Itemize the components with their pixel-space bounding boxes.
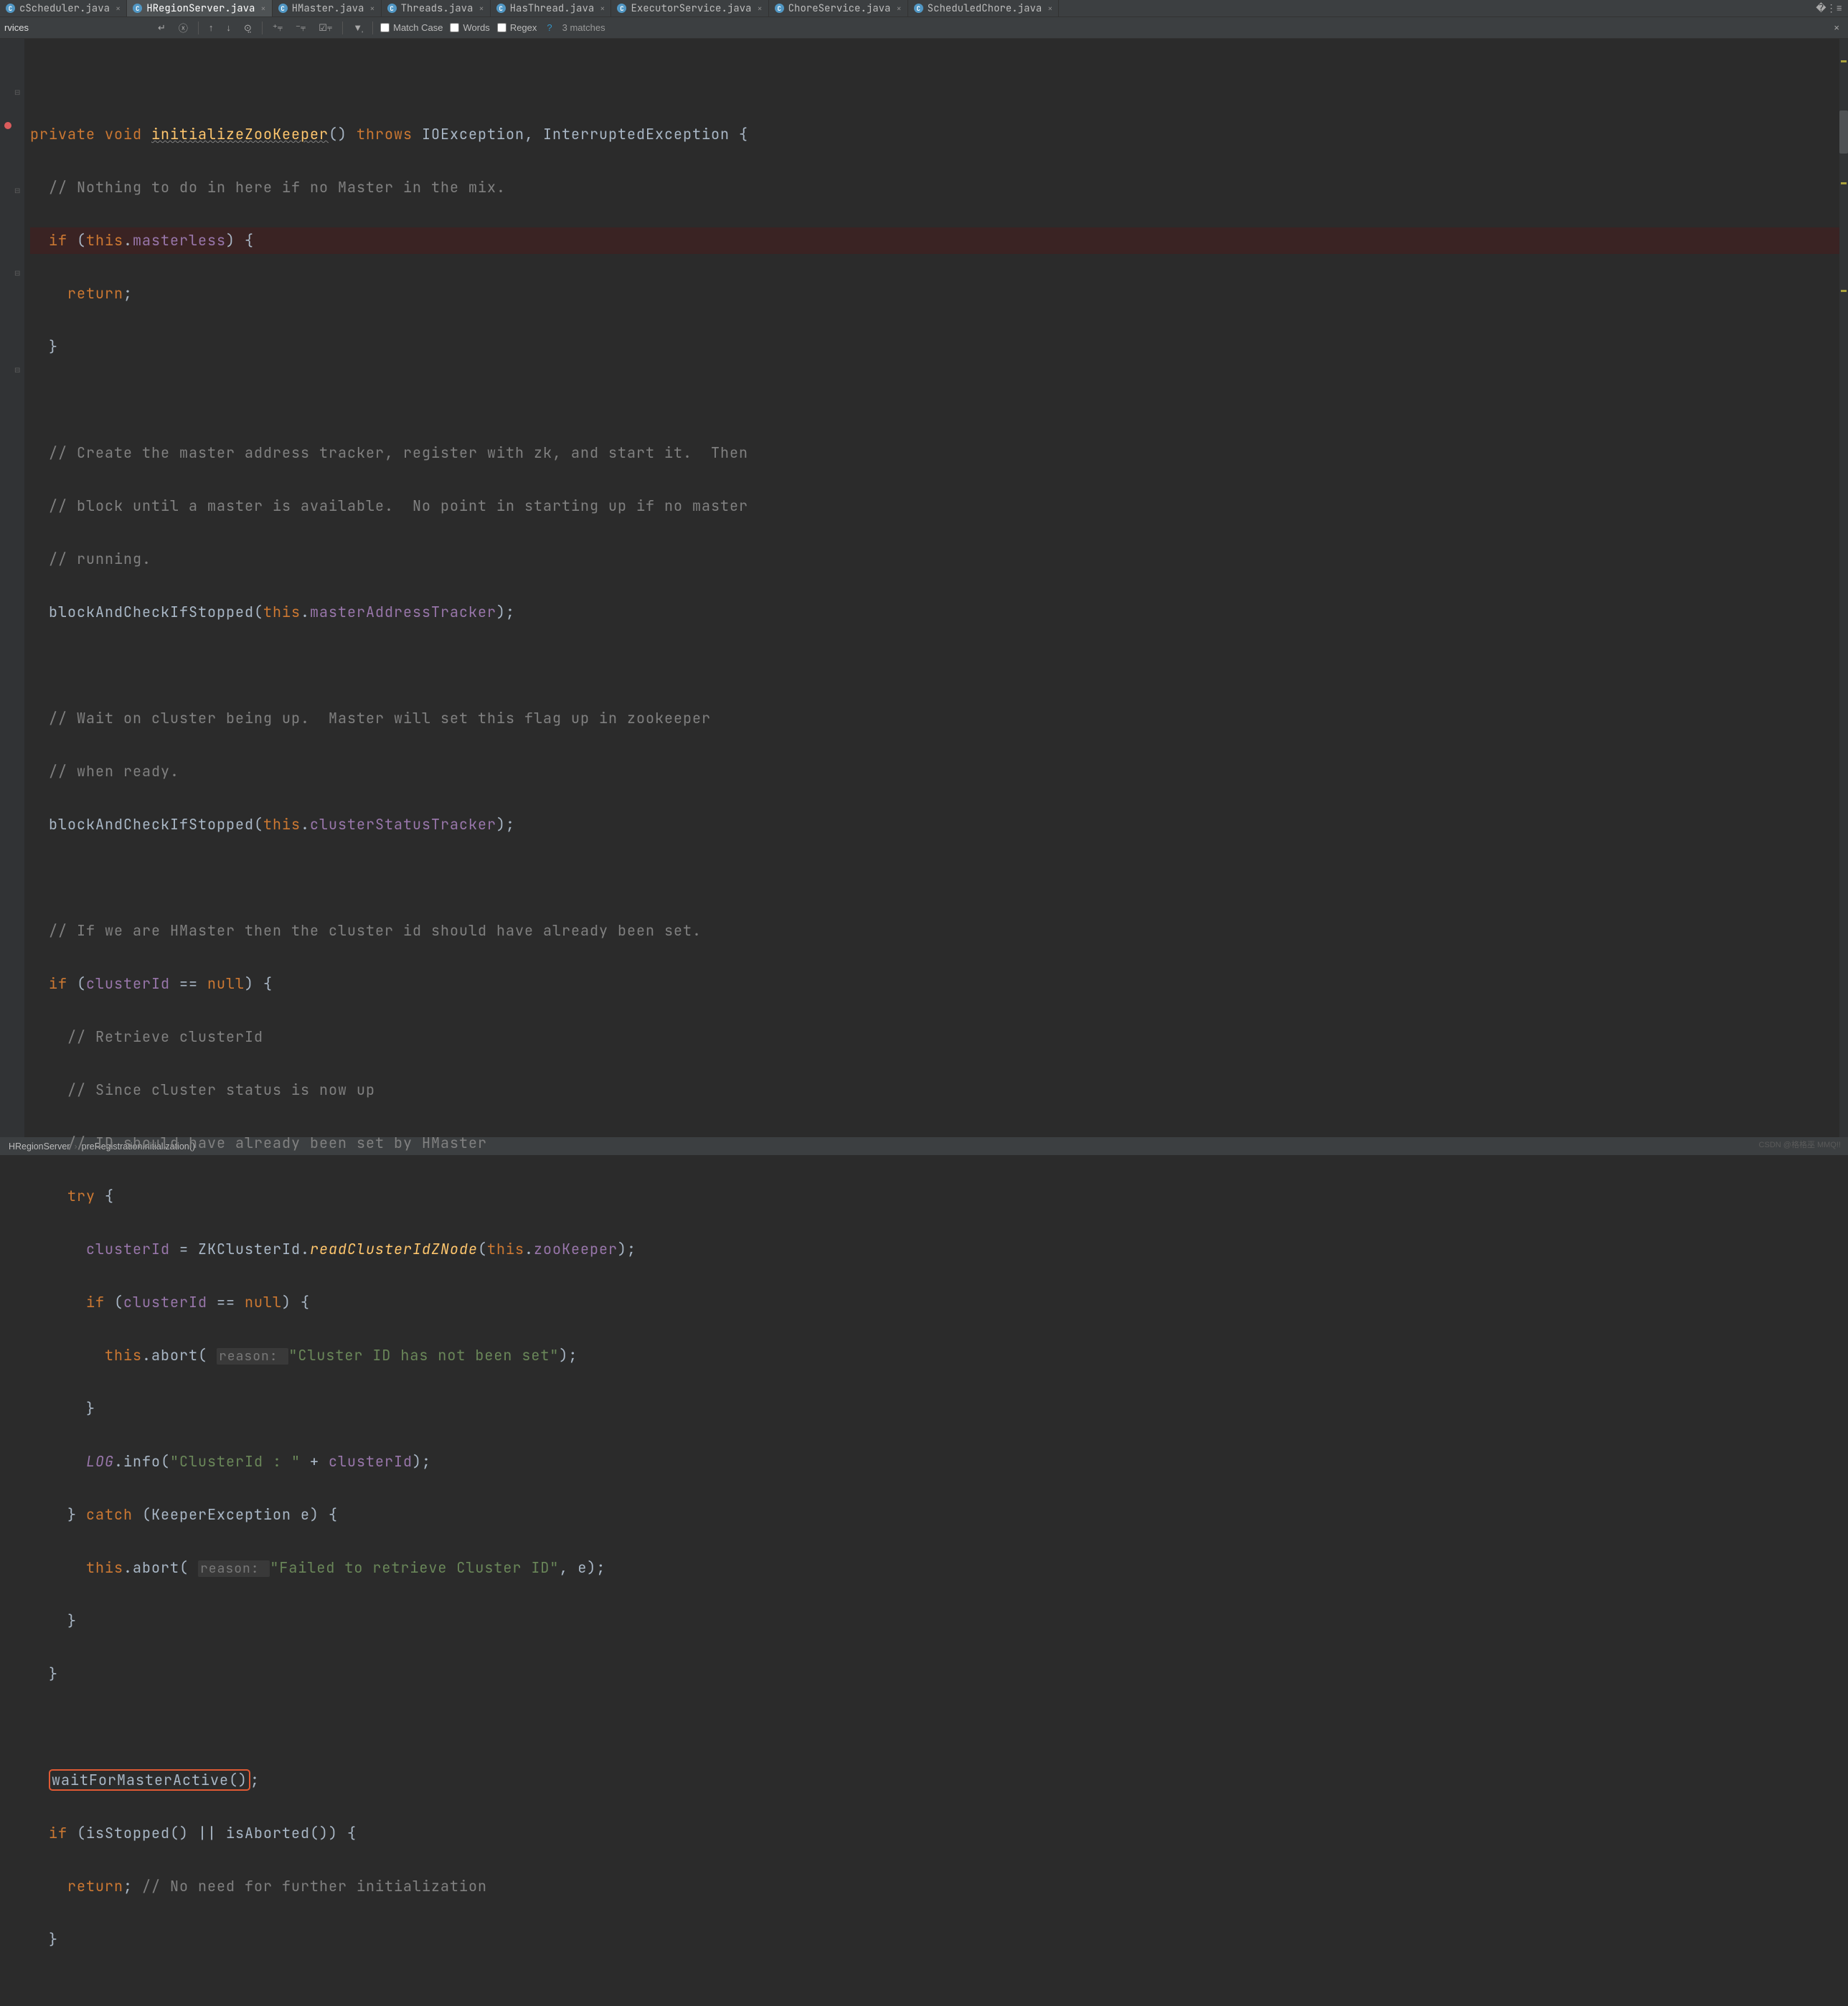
tab-label: HRegionServer.java <box>146 2 255 15</box>
fold-icon[interactable]: ⊟ <box>14 186 22 193</box>
select-all-matches-icon[interactable]: ⊙̤ <box>241 22 255 34</box>
tab-hasthread[interactable]: C HasThread.java × <box>491 0 612 17</box>
match-count: 3 matches <box>562 22 605 33</box>
filter-icon[interactable]: ▼̩ <box>350 22 365 33</box>
class-icon: C <box>6 4 15 13</box>
code-editor[interactable]: private void initializeZooKeeper() throw… <box>24 39 1839 1137</box>
class-icon: C <box>133 4 142 13</box>
words-checkbox[interactable]: Words <box>450 22 489 33</box>
close-icon[interactable]: × <box>757 3 762 14</box>
tab-label: ExecutorService.java <box>631 2 751 15</box>
close-icon[interactable]: × <box>478 3 484 14</box>
close-icon[interactable]: × <box>369 3 374 14</box>
class-icon: C <box>387 4 397 13</box>
editor-tabs-bar: C cScheduler.java × C HRegionServer.java… <box>0 0 1848 17</box>
tabs-overflow-icon[interactable]: �⋮≡ <box>1810 2 1848 15</box>
close-icon[interactable]: × <box>896 3 901 14</box>
add-selection-icon[interactable]: ⁺⫧ <box>270 22 286 34</box>
tab-hmaster[interactable]: C HMaster.java × <box>273 0 382 17</box>
select-all-icon[interactable]: ☑⫧ <box>316 22 335 34</box>
tab-label: HasThread.java <box>510 2 595 15</box>
regex-checkbox[interactable]: Regex <box>497 22 537 33</box>
tab-label: HMaster.java <box>292 2 364 15</box>
prev-match-icon[interactable]: ↑ <box>206 22 217 33</box>
close-icon[interactable]: × <box>116 3 121 14</box>
highlighted-call: waitForMasterActive() <box>49 1769 250 1791</box>
tab-threads[interactable]: C Threads.java × <box>382 0 491 17</box>
class-icon: C <box>617 4 626 13</box>
close-find-icon[interactable]: × <box>1834 22 1844 33</box>
find-history-icon[interactable]: ↵ <box>155 22 169 34</box>
editor-scrollbar[interactable] <box>1839 39 1848 1137</box>
remove-selection-icon[interactable]: ⁻⫧ <box>293 22 308 34</box>
class-icon: C <box>496 4 506 13</box>
fold-icon[interactable]: ⊟ <box>14 268 22 276</box>
close-icon[interactable]: × <box>600 3 605 14</box>
param-hint: reason: <box>198 1560 270 1577</box>
class-icon: C <box>914 4 923 13</box>
breakpoint-marker[interactable] <box>4 122 11 129</box>
tab-label: cScheduler.java <box>19 2 110 15</box>
param-hint: reason: <box>217 1348 288 1365</box>
match-case-checkbox[interactable]: Match Case <box>380 22 443 33</box>
watermark: CSDN @格格巫 MMQ!! <box>1759 1139 1841 1150</box>
tab-label: ScheduledChore.java <box>928 2 1042 15</box>
find-input[interactable] <box>4 22 148 33</box>
separator <box>342 22 343 34</box>
help-icon[interactable]: ? <box>544 22 555 33</box>
class-icon: C <box>278 4 288 13</box>
tab-scheduledchore[interactable]: C ScheduledChore.java × <box>908 0 1060 17</box>
clear-find-icon[interactable]: ⓧ <box>176 21 191 34</box>
find-bar: ↵ ⓧ ↑ ↓ ⊙̤ ⁺⫧ ⁻⫧ ☑⫧ ▼̩ Match Case Words … <box>0 17 1848 39</box>
close-icon[interactable]: × <box>260 3 265 14</box>
tab-hregionserver[interactable]: C HRegionServer.java × <box>127 0 272 17</box>
tab-label: ChoreService.java <box>788 2 891 15</box>
fold-icon[interactable]: ⊟ <box>14 365 22 372</box>
class-icon: C <box>775 4 784 13</box>
scrollbar-thumb[interactable] <box>1839 110 1848 154</box>
separator <box>198 22 199 34</box>
next-match-icon[interactable]: ↓ <box>223 22 234 33</box>
fold-icon[interactable]: ⊟ <box>14 88 22 95</box>
close-icon[interactable]: × <box>1047 3 1052 14</box>
tab-choreservice[interactable]: C ChoreService.java × <box>769 0 908 17</box>
editor-area: ⊟ ⊟ ⊟ ⊟ private void initializeZooKeeper… <box>0 39 1848 1137</box>
tab-executorservice[interactable]: C ExecutorService.java × <box>611 0 768 17</box>
tab-label: Threads.java <box>401 2 473 15</box>
separator <box>372 22 373 34</box>
tab-cscheduler[interactable]: C cScheduler.java × <box>0 0 127 17</box>
gutter[interactable]: ⊟ ⊟ ⊟ ⊟ <box>0 39 24 1137</box>
separator <box>262 22 263 34</box>
